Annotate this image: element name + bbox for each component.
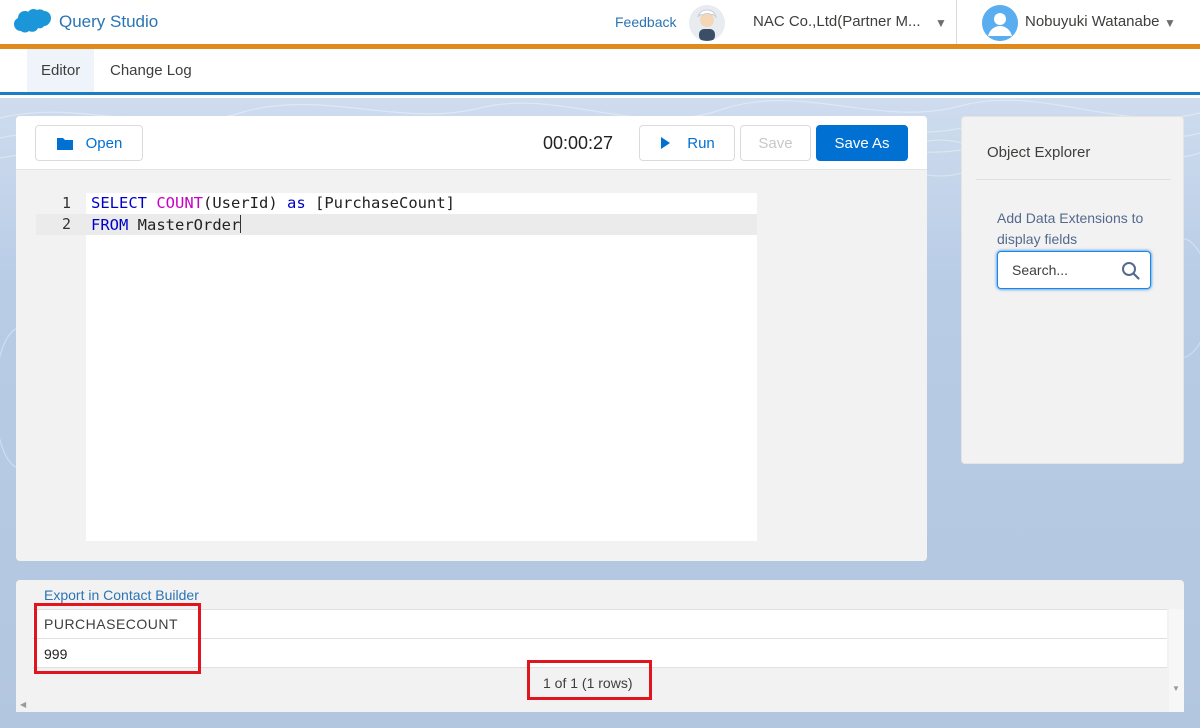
vertical-scrollbar[interactable]: [1169, 609, 1184, 712]
object-explorer-panel: Object Explorer Add Data Extensions to d…: [961, 116, 1184, 464]
query-timer: 00:00:27: [543, 133, 614, 153]
code-line[interactable]: FROM MasterOrder: [91, 215, 242, 234]
app-title[interactable]: Query Studio: [59, 12, 158, 32]
export-contact-builder-link[interactable]: Export in Contact Builder: [44, 587, 199, 603]
results-table: PURCHASECOUNT 999: [33, 609, 1167, 668]
explorer-hint: Add Data Extensions to display fields: [997, 210, 1144, 247]
code-token: SELECT: [91, 194, 157, 212]
salesforce-cloud-icon[interactable]: [12, 8, 52, 36]
search-icon[interactable]: [1121, 261, 1141, 281]
app-header: Query Studio Feedback NAC Co.,Ltd(Partne…: [0, 0, 1200, 46]
object-explorer-title: Object Explorer: [987, 144, 1091, 161]
annotation-highlight-result: [34, 603, 201, 674]
explorer-search[interactable]: [997, 251, 1151, 289]
save-as-button[interactable]: Save As: [816, 125, 908, 161]
chevron-down-icon[interactable]: ▼: [1164, 16, 1176, 30]
table-divider: [33, 638, 1167, 639]
code-token: FROM: [91, 216, 129, 234]
code-token: [PurchaseCount]: [305, 194, 455, 212]
query-editor-panel: Open 00:00:27 Run Save Save As 1 SELECT C…: [16, 116, 927, 561]
editor-toolbar: Open 00:00:27 Run Save Save As: [16, 116, 927, 170]
explorer-divider: [976, 179, 1171, 180]
folder-icon: [56, 138, 73, 150]
open-button-label: Open: [85, 134, 123, 152]
scroll-left-icon[interactable]: ◀: [20, 700, 26, 709]
line-number: 2: [61, 215, 71, 233]
org-switcher[interactable]: NAC Co.,Ltd(Partner M...: [753, 13, 921, 30]
user-avatar-icon[interactable]: [982, 5, 1018, 41]
header-divider: [956, 0, 957, 44]
text-cursor: [240, 215, 242, 233]
code-token: as: [287, 194, 306, 212]
scroll-down-icon[interactable]: ▼: [1172, 684, 1180, 693]
line-number: 1: [61, 194, 71, 212]
code-token: MasterOrder: [128, 216, 241, 234]
annotation-highlight-pager: [527, 660, 652, 700]
feedback-link[interactable]: Feedback: [615, 14, 676, 30]
tab-editor[interactable]: Editor: [27, 49, 95, 92]
tab-change-log[interactable]: Change Log: [96, 49, 206, 92]
open-button[interactable]: Open: [35, 125, 143, 161]
save-button[interactable]: Save: [740, 125, 811, 161]
code-line[interactable]: SELECT COUNT(UserId) as [PurchaseCount]: [91, 194, 455, 212]
code-token: (UserId): [203, 194, 287, 212]
run-button[interactable]: Run: [639, 125, 735, 161]
search-input[interactable]: [998, 252, 1118, 288]
run-button-label: Run: [687, 134, 715, 152]
user-menu[interactable]: Nobuyuki Watanabe: [1025, 13, 1160, 30]
chevron-down-icon[interactable]: ▼: [935, 16, 947, 30]
code-editor[interactable]: [86, 193, 757, 541]
play-icon: [661, 137, 671, 149]
code-token: COUNT: [156, 194, 203, 212]
tab-bar: Editor Change Log: [0, 49, 1200, 95]
einstein-mascot-icon[interactable]: [689, 5, 725, 41]
